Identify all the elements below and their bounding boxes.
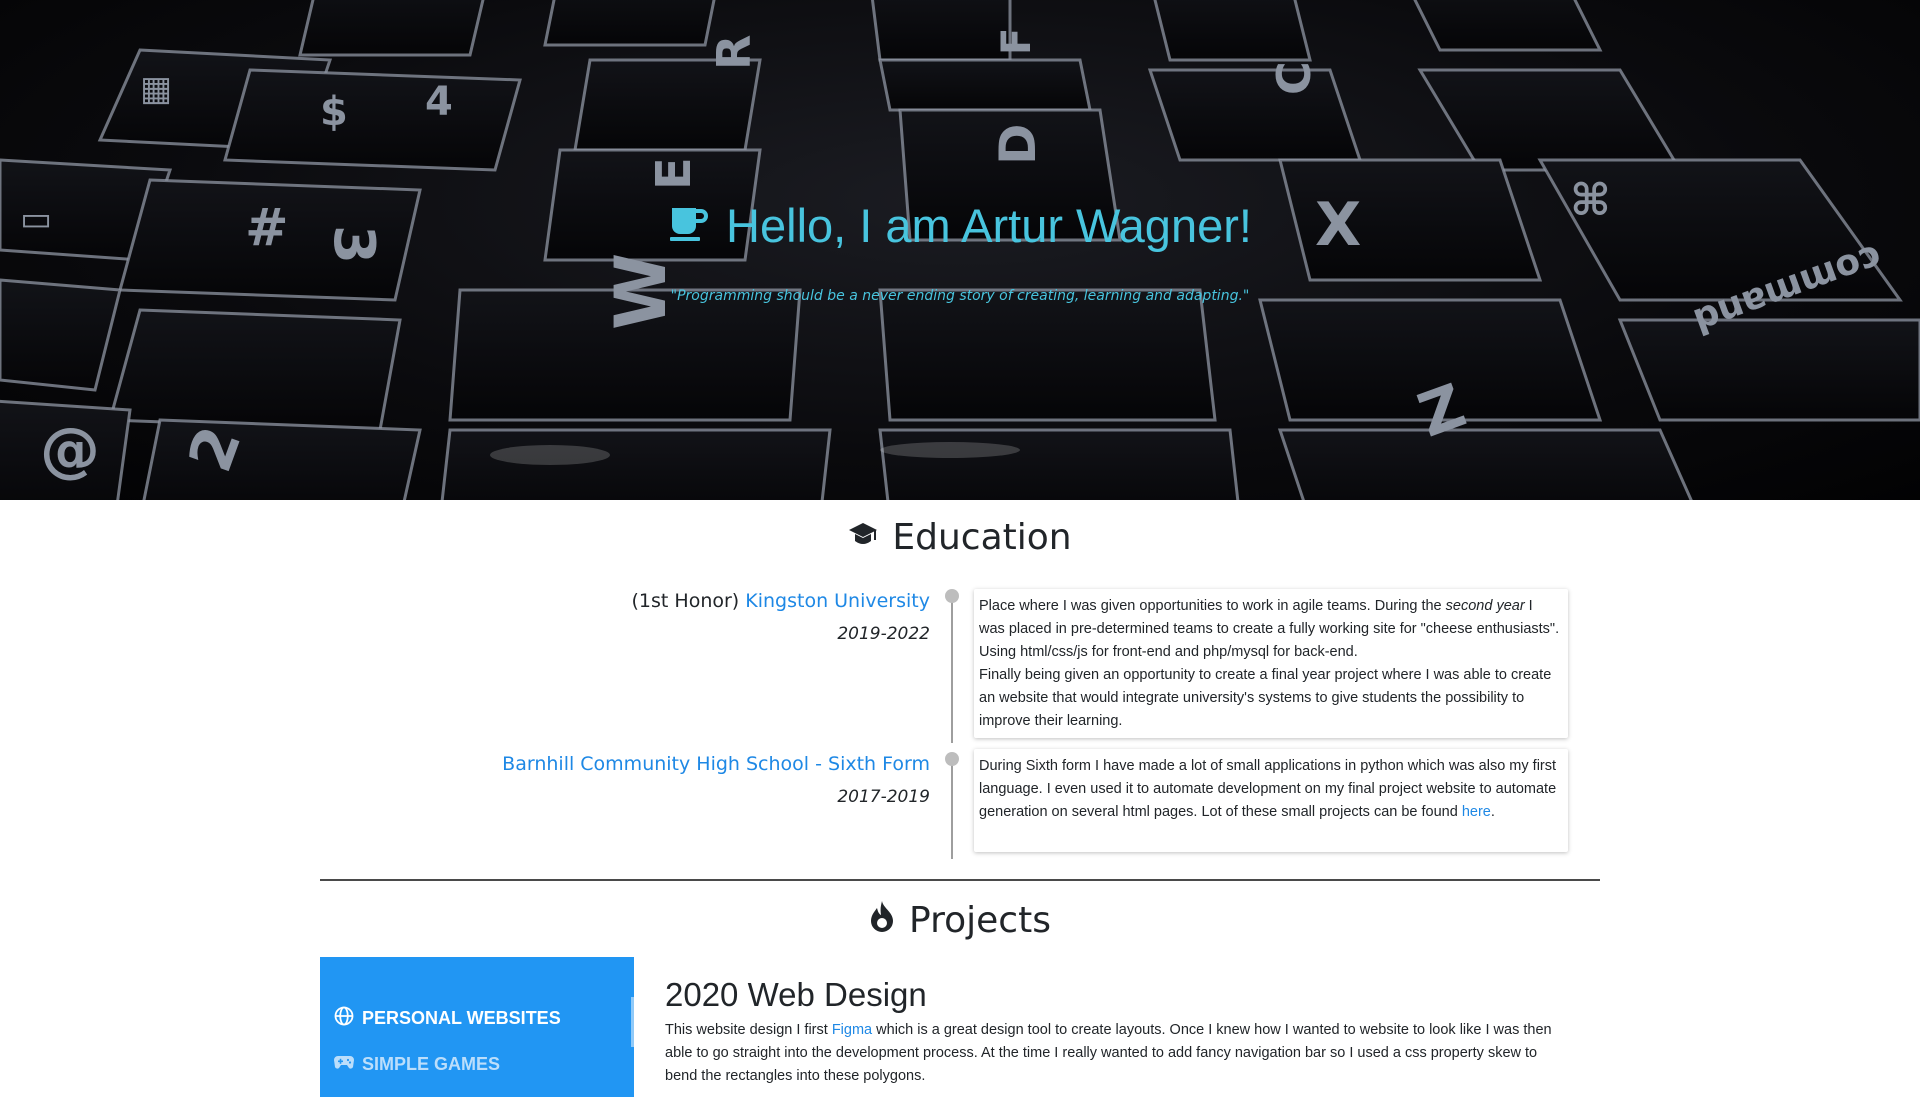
projects-title: Projects — [909, 900, 1051, 941]
education-title: Education — [892, 517, 1072, 558]
education-entry-meta: Barnhill Community High School - Sixth F… — [502, 753, 930, 807]
svg-text:D: D — [989, 123, 1047, 165]
gamepad-icon — [334, 1054, 354, 1075]
education-heading: Education — [0, 517, 1920, 558]
description-text: Place where I was given opportunities to… — [979, 598, 1446, 614]
honor-label: (1st Honor) — [631, 590, 746, 612]
education-description-extra: Finally being given an opportunity to cr… — [979, 667, 1552, 729]
projects-here-link[interactable]: here — [1462, 804, 1491, 820]
svg-text:C: C — [1267, 61, 1321, 95]
education-entry-meta: (1st Honor) Kingston University 2019-202… — [632, 590, 930, 644]
education-description: During Sixth form I have made a lot of s… — [979, 755, 1562, 824]
svg-text:R: R — [707, 35, 761, 70]
globe-icon — [334, 1006, 354, 1031]
hero-quote: "Programming should be a never ending st… — [670, 288, 1250, 304]
project-category-sidebar: PERSONAL WEBSITES SIMPLE GAMES — [320, 957, 634, 1097]
project-title: 2020 Web Design — [665, 976, 927, 1013]
svg-text:▦: ▦ — [140, 69, 172, 109]
projects-heading: Projects — [0, 900, 1920, 941]
hero-banner: # 3 $ 4 W E R D F C X Z @ 2 ⌘ command ▦ … — [0, 0, 1920, 500]
category-label: SIMPLE GAMES — [362, 1054, 501, 1074]
svg-text:$: $ — [320, 89, 348, 135]
education-years: 2017-2019 — [837, 787, 930, 807]
figma-link[interactable]: Figma — [832, 1022, 872, 1038]
education-description: Place where I was given opportunities to… — [979, 595, 1562, 664]
hero-heading: Hello, I am Artur Wagner! — [0, 198, 1920, 253]
education-years: 2019-2022 — [837, 624, 930, 644]
education-card: Place where I was given opportunities to… — [974, 589, 1568, 738]
education-card: During Sixth form I have made a lot of s… — [974, 749, 1568, 852]
active-indicator — [631, 997, 634, 1047]
graduation-cap-icon — [848, 517, 878, 558]
school-name: (1st Honor) Kingston University — [632, 590, 930, 612]
timeline-dot — [945, 589, 959, 603]
category-simple-games[interactable]: SIMPLE GAMES — [334, 1054, 500, 1075]
description-text: This website design I first — [665, 1022, 832, 1038]
section-divider — [320, 879, 1600, 881]
svg-text:E: E — [646, 157, 702, 190]
school-link[interactable]: Barnhill Community High School - Sixth F… — [502, 753, 930, 775]
svg-text:4: 4 — [425, 79, 453, 125]
timeline-line — [951, 595, 953, 743]
description-text: . — [1490, 804, 1495, 820]
category-label: PERSONAL WEBSITES — [362, 1008, 561, 1028]
description-emphasis: second year — [1445, 598, 1525, 614]
project-description: This website design I first Figma which … — [665, 1019, 1565, 1088]
category-personal-websites[interactable]: PERSONAL WEBSITES — [334, 1006, 561, 1031]
school-name: Barnhill Community High School - Sixth F… — [502, 753, 930, 775]
svg-text:@: @ — [40, 415, 100, 485]
coffee-cup-icon — [668, 198, 708, 253]
svg-text:F: F — [994, 28, 1040, 55]
fire-icon — [869, 900, 895, 941]
school-link[interactable]: Kingston University — [745, 590, 930, 612]
timeline-line — [951, 757, 953, 859]
timeline-dot — [945, 752, 959, 766]
hero-title-text: Hello, I am Artur Wagner! — [726, 199, 1252, 252]
